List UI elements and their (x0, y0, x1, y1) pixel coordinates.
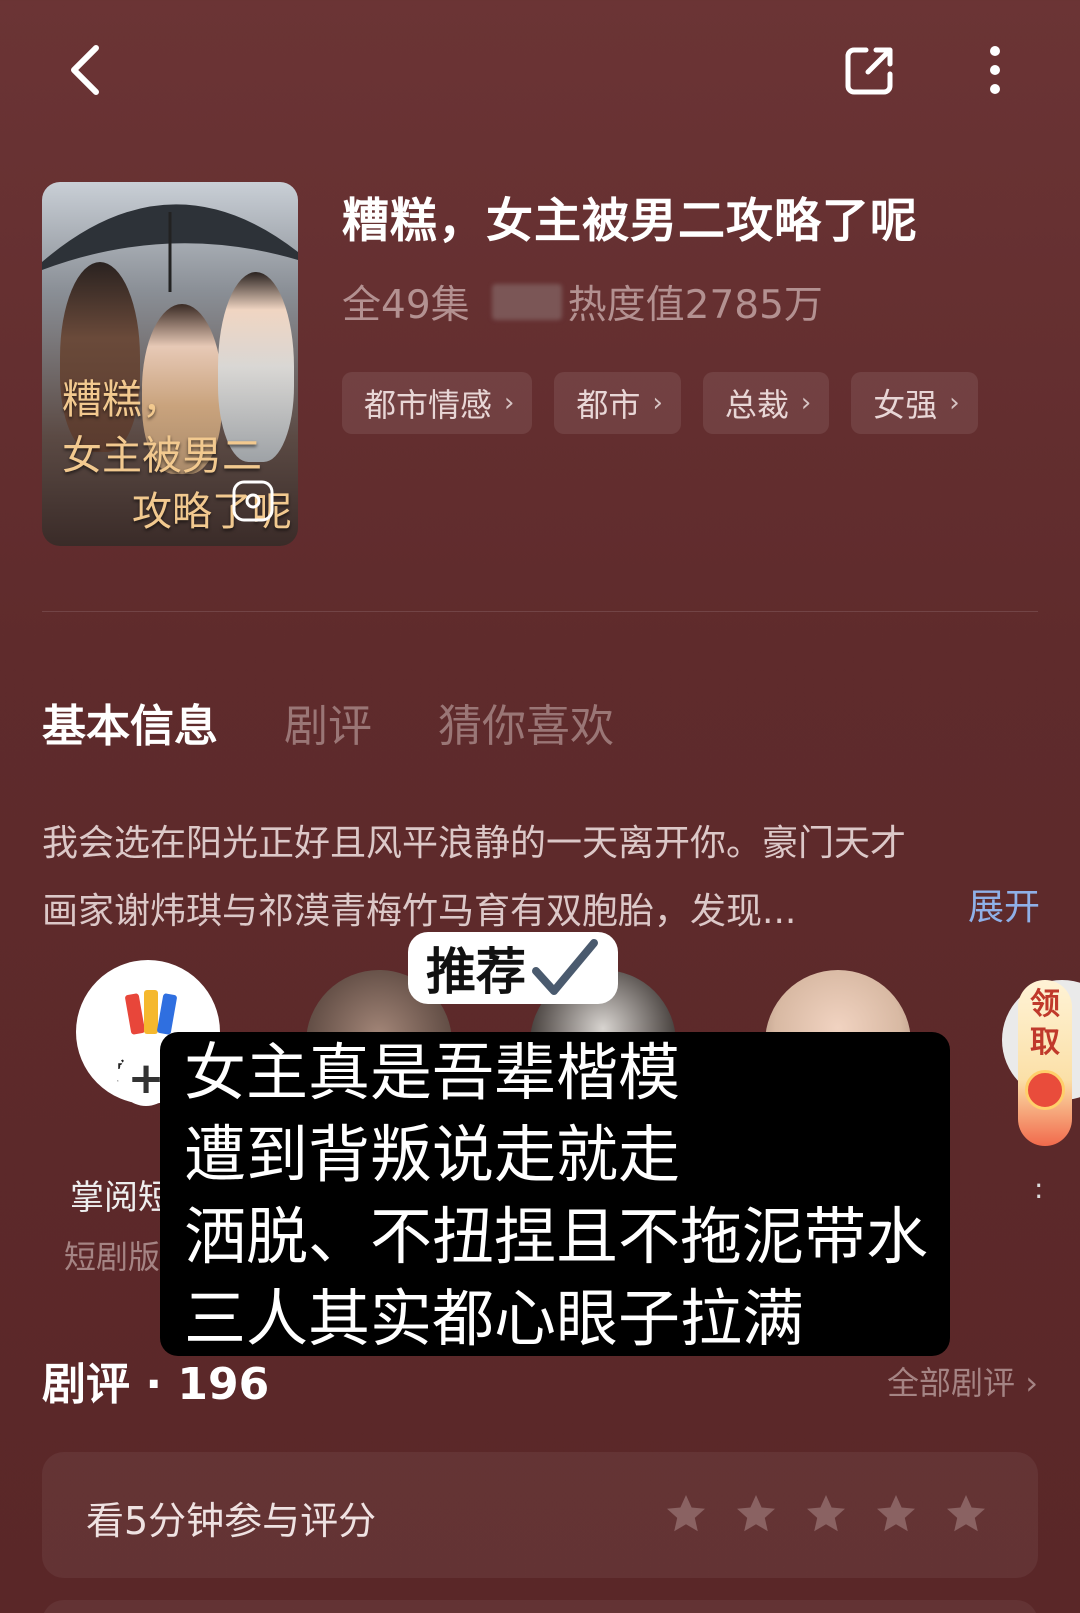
cover-stamp-icon (232, 480, 274, 522)
detail-tabs: 基本信息 剧评 猜你喜欢 (42, 690, 614, 754)
reviews-heading: 剧评 · 196 (42, 1359, 270, 1410)
star-icon[interactable] (874, 1492, 918, 1536)
star-icon[interactable] (944, 1492, 988, 1536)
red-packet-icon (1025, 1070, 1065, 1110)
chevron-right-icon: › (949, 388, 960, 418)
drama-title: 糟糕，女主被男二攻略了呢 (342, 194, 918, 249)
all-reviews-link[interactable]: 全部剧评 › (887, 1358, 1038, 1404)
top-bar (0, 0, 1080, 150)
star-rating[interactable] (664, 1492, 988, 1536)
star-icon[interactable] (804, 1492, 848, 1536)
back-icon[interactable] (60, 40, 110, 100)
publisher-subtitle: 短剧版 (64, 1238, 161, 1276)
rating-prompt: 看5分钟参与评分 (86, 1499, 377, 1543)
chevron-right-icon: › (800, 388, 812, 418)
star-icon[interactable] (664, 1492, 708, 1536)
tag-chip[interactable]: 都市 › (554, 372, 681, 434)
heat-value: 热度值2785万 (567, 283, 823, 328)
tab-recommendations[interactable]: 猜你喜欢 (438, 690, 614, 754)
divider (42, 611, 1038, 612)
caption-overlay: 女主真是吾辈楷模 遭到背叛说走就走 洒脱、不扭捏且不拖泥带水 三人其实都心眼子拉… (160, 1032, 950, 1356)
cast-name-fragment: : (1034, 1172, 1044, 1205)
tab-reviews[interactable]: 剧评 (284, 690, 372, 754)
expand-link[interactable]: 展开 (968, 878, 1040, 930)
publisher-name: 掌阅短 (70, 1178, 172, 1218)
rating-card: 看5分钟参与评分 (42, 1452, 1038, 1578)
next-card-edge (42, 1600, 1038, 1613)
more-options-icon[interactable] (975, 40, 1015, 100)
tag-chip[interactable]: 总裁 › (702, 372, 830, 434)
genre-tags: 都市情感 › 都市 › 总裁 › 女强 › (342, 372, 978, 434)
recommend-sticker: 推荐 (408, 932, 618, 1004)
tag-chip[interactable]: 都市情感 › (342, 372, 533, 434)
tag-chip[interactable]: 女强 › (851, 372, 978, 434)
drama-meta: 全49集 热度值2785万 (342, 274, 823, 330)
episode-count: 全49集 (342, 283, 470, 328)
chevron-right-icon: › (652, 388, 663, 418)
claim-reward-button[interactable]: 领 取 (1018, 980, 1072, 1146)
share-icon[interactable] (840, 40, 900, 100)
chevron-right-icon: › (504, 388, 515, 418)
checkmark-icon (532, 939, 598, 995)
blurred-region (491, 284, 562, 320)
tab-basic-info[interactable]: 基本信息 (42, 690, 218, 754)
star-icon[interactable] (734, 1492, 778, 1536)
synopsis: 我会选在阳光正好且风平浪静的一天离开你。豪门天才 画家谢炜琪与祁漠青梅竹马育有双… (42, 823, 907, 932)
drama-cover[interactable]: 糟糕， 女主被男二 攻略了呢 (42, 182, 298, 546)
